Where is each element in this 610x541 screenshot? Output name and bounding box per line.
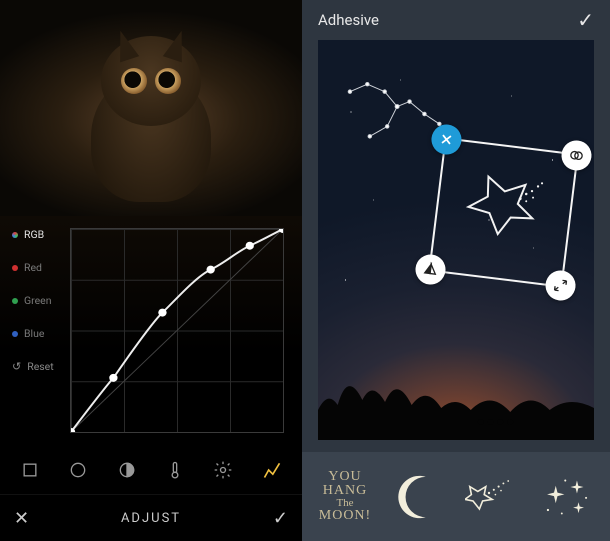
crop-tool[interactable]	[19, 459, 41, 481]
sticker-option-sparkles[interactable]	[535, 465, 599, 529]
blue-dot-icon	[12, 331, 18, 337]
cancel-button[interactable]: ✕	[14, 508, 34, 529]
silhouette-trees	[318, 350, 594, 440]
curve-line[interactable]	[71, 229, 283, 432]
reset-button[interactable]: ↺ Reset	[12, 360, 66, 373]
settings-tool[interactable]	[212, 459, 234, 481]
reset-icon: ↺	[12, 360, 21, 373]
channel-label: Red	[24, 261, 42, 274]
channel-red[interactable]: Red	[12, 261, 66, 274]
curve-grid[interactable]	[70, 228, 284, 433]
channel-rgb[interactable]: RGB	[12, 228, 66, 241]
curves-tool[interactable]	[261, 459, 283, 481]
sticker-option-text-moon[interactable]: YOU HANG The MOON!	[313, 465, 377, 529]
curve-grid-wrap	[66, 216, 302, 445]
sticker-option-shooting-star[interactable]	[461, 465, 525, 529]
sticker-canvas[interactable]	[318, 40, 594, 440]
sticker-header-title: Adhesive	[318, 11, 379, 29]
text-line: YOU	[328, 470, 361, 484]
owl-illustration	[81, 36, 221, 196]
text-line: HANG	[323, 484, 367, 498]
channel-green[interactable]: Green	[12, 294, 66, 307]
tone-tool[interactable]	[116, 459, 138, 481]
channel-blue[interactable]: Blue	[12, 327, 66, 340]
preview-image	[0, 0, 302, 216]
sticker-option-crescent-moon[interactable]	[387, 465, 451, 529]
sticker-tray: YOU HANG The MOON!	[302, 452, 610, 541]
red-dot-icon	[12, 265, 18, 271]
channel-label: Blue	[24, 327, 44, 340]
confirm-button[interactable]: ✓	[268, 508, 288, 529]
curves-editor-panel: RGB Red Green Blue ↺ Reset	[0, 0, 302, 541]
sticker-confirm-button[interactable]: ✓	[577, 8, 594, 32]
green-dot-icon	[12, 298, 18, 304]
vignette-tool[interactable]	[67, 459, 89, 481]
channel-label: Green	[24, 294, 52, 307]
channel-list: RGB Red Green Blue ↺ Reset	[0, 216, 66, 445]
mode-title: ADJUST	[34, 511, 268, 526]
adjust-tool-row	[0, 445, 302, 495]
reset-label: Reset	[27, 360, 53, 373]
temperature-tool[interactable]	[164, 459, 186, 481]
sticker-selection-box[interactable]	[428, 137, 578, 287]
curves-panel: RGB Red Green Blue ↺ Reset	[0, 216, 302, 445]
text-line: MOON!	[319, 509, 371, 523]
sticker-header: Adhesive ✓	[302, 0, 610, 40]
star-sticker-icon	[453, 164, 553, 264]
sticker-editor-panel: Adhesive ✓	[302, 0, 610, 541]
channel-label: RGB	[24, 228, 44, 241]
bottom-bar: ✕ ADJUST ✓	[0, 495, 302, 541]
rgb-dot-icon	[12, 232, 18, 238]
